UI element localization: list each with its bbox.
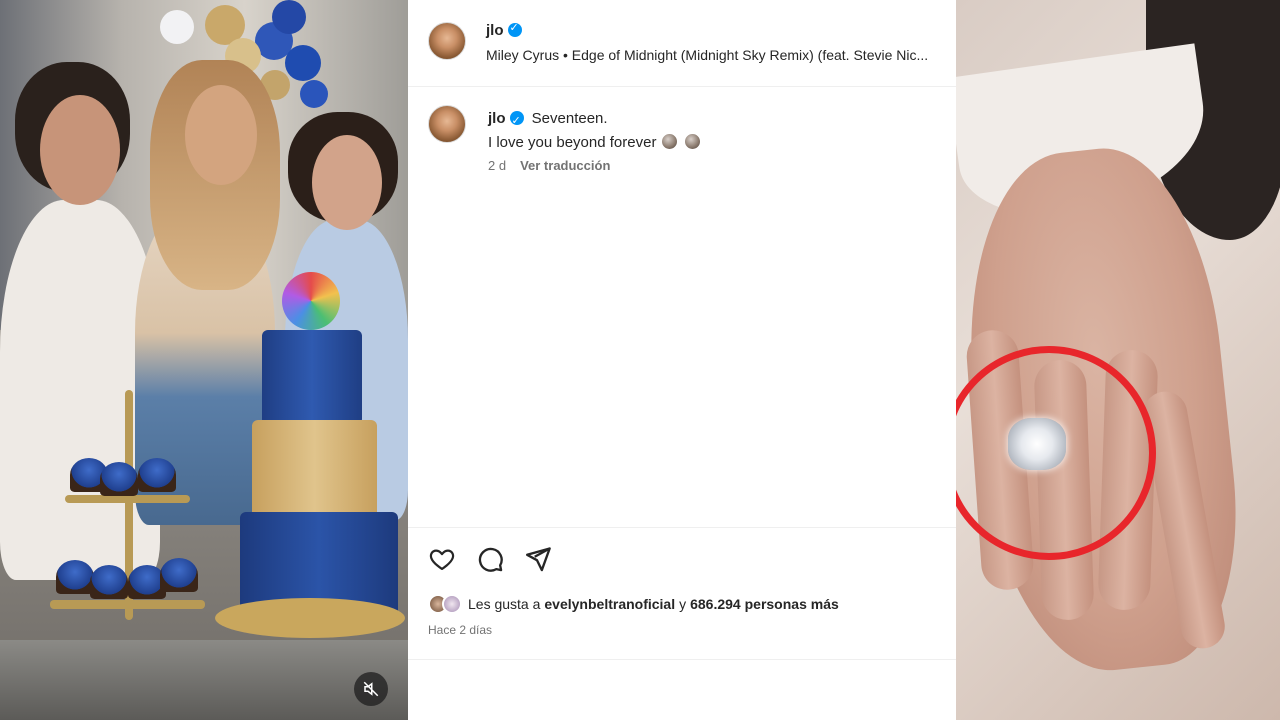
cupcake (90, 565, 128, 599)
caption-meta: 2 d Ver traducción (488, 158, 610, 173)
heart-icon (429, 549, 455, 571)
post-detail-panel: jlo Miley Cyrus • Edge of Midnight (Midn… (408, 0, 956, 720)
comment-icon (478, 547, 503, 572)
balloon (272, 0, 306, 34)
emoji-icon (662, 134, 678, 149)
cupcake (100, 462, 138, 496)
post-header: jlo Miley Cyrus • Edge of Midnight (Midn… (408, 0, 956, 87)
post-photo[interactable] (0, 0, 408, 720)
balloon (285, 45, 321, 81)
translate-link[interactable]: Ver traducción (520, 158, 610, 173)
share-icon (525, 547, 551, 572)
face (185, 85, 257, 185)
divider (408, 659, 956, 660)
likes-joiner: y (679, 596, 687, 612)
face (312, 135, 382, 230)
face (40, 95, 120, 205)
zoomed-ring-photo (956, 0, 1280, 720)
posted-time[interactable]: Hace 2 días (428, 623, 492, 637)
like-button[interactable] (426, 543, 458, 575)
post-caption: jlo Seventeen. I love you beyond forever (488, 107, 701, 155)
likes-user[interactable]: evelynbeltranoficial (544, 596, 675, 612)
verified-badge-icon (507, 21, 522, 37)
emoji-icon (685, 134, 701, 149)
cake-middle-tier (252, 420, 377, 520)
likes-prefix: Les gusta a (468, 596, 541, 612)
caption-author-name[interactable]: jlo (488, 110, 506, 127)
cake-board (215, 598, 405, 638)
cupcake (160, 558, 198, 592)
mute-button[interactable] (354, 672, 388, 706)
liker-avatar[interactable] (442, 594, 462, 614)
author-name-text[interactable]: jlo (486, 22, 504, 39)
balloon (300, 80, 328, 108)
music-track[interactable]: Miley Cyrus • Edge of Midnight (Midnight… (486, 47, 946, 63)
caption-line-2: I love you beyond forever (488, 134, 657, 151)
comment-button[interactable] (474, 543, 506, 575)
likes-count[interactable]: 686.294 personas más (690, 596, 839, 612)
cake-topper (282, 272, 340, 330)
author-avatar[interactable] (428, 22, 466, 60)
caption-age[interactable]: 2 d (488, 158, 506, 173)
cupcake (138, 458, 176, 492)
cake-top-tier (262, 330, 362, 425)
cupcake-tray-bottom (50, 600, 205, 609)
caption-author-username[interactable]: jlo (488, 109, 524, 133)
share-button[interactable] (522, 543, 554, 575)
mute-icon (363, 681, 379, 697)
balloon (160, 10, 194, 44)
caption-author-avatar[interactable] (428, 105, 466, 143)
verified-badge-icon (509, 109, 524, 133)
caption-line-1: Seventeen. (531, 110, 608, 127)
cart-table (0, 640, 408, 720)
divider (408, 527, 956, 528)
author-username[interactable]: jlo (486, 21, 522, 39)
likes-summary: Les gusta a evelynbeltranoficial y 686.2… (428, 594, 839, 614)
cupcake-tray-top (65, 495, 190, 503)
cupcake (56, 560, 94, 594)
